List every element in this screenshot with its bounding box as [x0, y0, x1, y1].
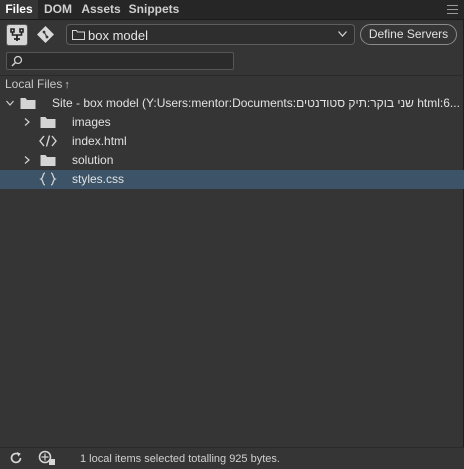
- tree-row-images[interactable]: images: [0, 113, 464, 132]
- tree-row-solution[interactable]: solution: [0, 151, 464, 170]
- connect-to-server-button[interactable]: [6, 24, 28, 46]
- sync-icon[interactable]: [38, 450, 56, 466]
- tab-assets[interactable]: Assets: [80, 0, 122, 19]
- search-input[interactable]: [25, 53, 225, 69]
- html-file-icon: [39, 135, 57, 147]
- chevron-right-icon: [24, 118, 30, 126]
- tab-files[interactable]: Files: [0, 0, 38, 19]
- git-button[interactable]: [35, 24, 57, 46]
- css-file-icon: [39, 172, 57, 186]
- folder-icon: [72, 30, 85, 40]
- tree-row-styles-css[interactable]: styles.css: [0, 170, 464, 189]
- toolbar-divider: [0, 75, 464, 76]
- status-text: 1 local items selected totalling 925 byt…: [80, 453, 280, 465]
- tree-item-label: solution: [72, 153, 114, 167]
- tree-item-label: styles.css: [72, 172, 125, 186]
- site-name: box model: [88, 28, 148, 43]
- tab-snippets[interactable]: Snippets: [128, 0, 180, 19]
- status-bar: 1 local items selected totalling 925 byt…: [0, 447, 464, 469]
- chevron-down-icon: [338, 31, 347, 37]
- chevron-right-icon: [24, 156, 30, 164]
- files-panel: Files DOM Assets Snippets box model Defi…: [0, 0, 464, 469]
- define-servers-button[interactable]: Define Servers: [360, 24, 457, 45]
- panel-tab-bar: Files DOM Assets Snippets: [0, 0, 464, 20]
- sort-up-icon: ↑: [64, 79, 70, 91]
- git-icon: [37, 26, 54, 43]
- tab-dom[interactable]: DOM: [40, 0, 76, 19]
- panel-menu-icon[interactable]: [447, 5, 458, 14]
- site-select-dropdown[interactable]: box model: [66, 24, 355, 45]
- tree-row-index-html[interactable]: index.html: [0, 132, 464, 151]
- local-files-label: Local Files: [5, 77, 63, 91]
- tree-item-label: Site - box model (Y:Users:mentor:Documen…: [52, 96, 460, 110]
- folder-icon: [40, 117, 56, 128]
- local-files-header[interactable]: Local Files ↑: [5, 77, 70, 91]
- tree-item-label: images: [72, 115, 111, 129]
- refresh-icon[interactable]: [9, 451, 23, 465]
- search-field[interactable]: [6, 52, 234, 70]
- folder-icon: [40, 155, 56, 166]
- search-icon: [11, 55, 23, 67]
- tree-row-site-root[interactable]: Site - box model (Y:Users:mentor:Documen…: [0, 94, 464, 113]
- folder-icon: [20, 98, 36, 109]
- chevron-down-icon: [6, 100, 14, 106]
- tree-item-label: index.html: [72, 134, 127, 148]
- connect-icon: [10, 28, 24, 41]
